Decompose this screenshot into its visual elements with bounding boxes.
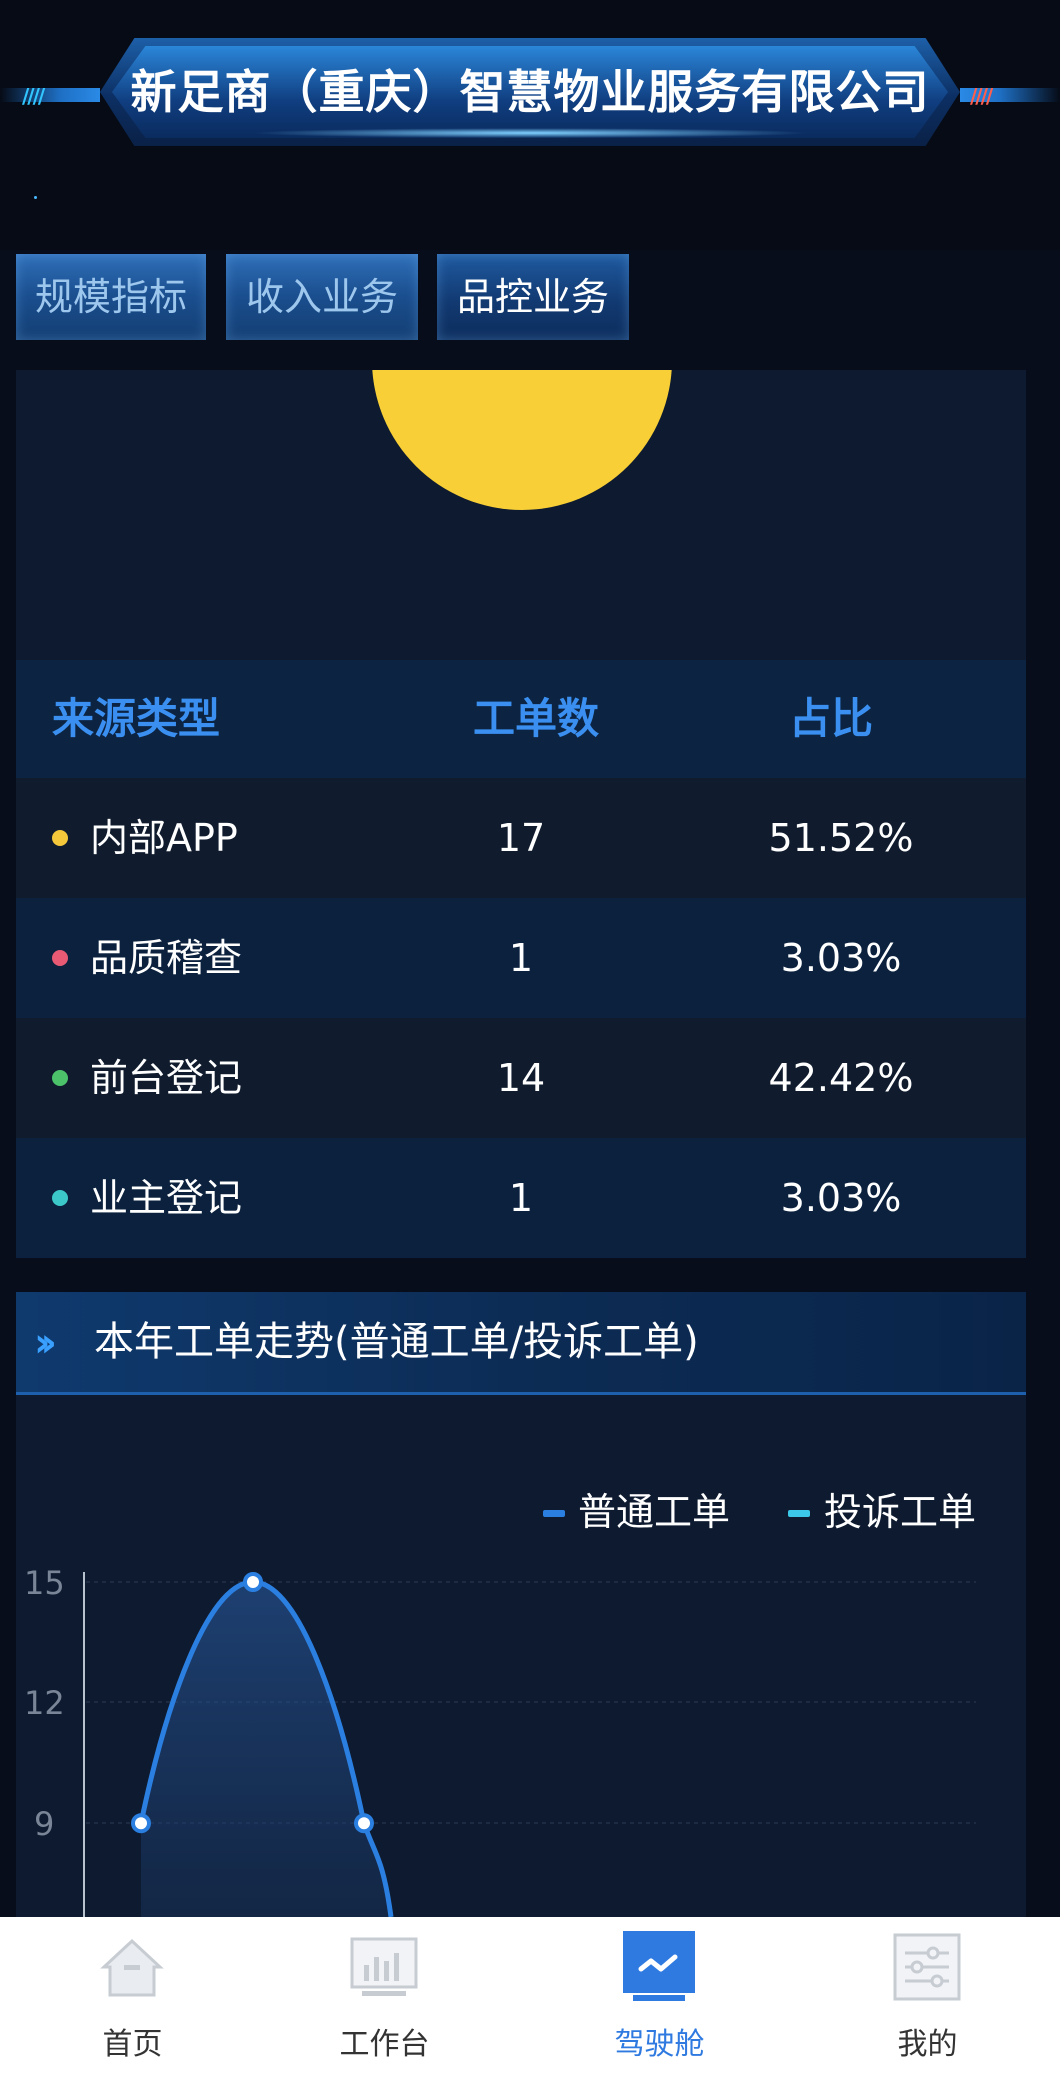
home-icon bbox=[100, 1938, 164, 1997]
column-header-source: 来源类型 bbox=[52, 694, 221, 743]
legend-swatch-complaint bbox=[788, 1510, 810, 1517]
tab-income[interactable]: 收入业务 bbox=[226, 254, 418, 340]
workbench-icon bbox=[350, 1937, 418, 1996]
nav-label-home: 首页 bbox=[102, 2027, 163, 2062]
nav-home[interactable]: 首页 bbox=[0, 1917, 265, 2073]
table-header: 来源类型 工单数 占比 bbox=[16, 660, 1026, 778]
y-tick-label: 15 bbox=[24, 1564, 65, 1602]
order-count: 14 bbox=[496, 1056, 546, 1100]
source-name: 业主登记 bbox=[90, 1176, 243, 1220]
series-area-normal bbox=[141, 1582, 391, 1917]
legend-dot bbox=[52, 950, 68, 966]
trend-title: 本年工单走势(普通工单/投诉工单) bbox=[94, 1319, 699, 1365]
nav-workbench[interactable]: 工作台 bbox=[252, 1917, 517, 2073]
pie-slice-internal-app bbox=[372, 370, 672, 510]
table-row[interactable]: 前台登记 14 42.42% bbox=[16, 1018, 1026, 1138]
app-header: //// //// 新足商（重庆）智慧物业服务有限公司 bbox=[0, 0, 1060, 250]
data-point[interactable] bbox=[354, 1813, 374, 1834]
legend-swatch-normal bbox=[543, 1510, 565, 1517]
legend-dot bbox=[52, 1070, 68, 1086]
trend-card: ›› 本年工单走势(普通工单/投诉工单) 普通工单 投诉工单 15 12 9 bbox=[16, 1292, 1026, 1917]
legend-dot bbox=[52, 1190, 68, 1206]
spark-dot bbox=[34, 196, 37, 199]
data-point[interactable] bbox=[243, 1572, 263, 1592]
column-header-percent: 占比 bbox=[788, 694, 873, 743]
source-name: 品质稽查 bbox=[90, 936, 243, 980]
percent-value: 42.42% bbox=[768, 1056, 914, 1100]
table-row[interactable]: 业主登记 1 3.03% bbox=[16, 1138, 1026, 1258]
nav-label-cockpit: 驾驶舱 bbox=[614, 2027, 705, 2062]
legend-label-normal[interactable]: 普通工单 bbox=[578, 1490, 730, 1534]
source-panel: 来源类型 工单数 占比 内部APP 17 51.52% 品质稽查 1 3.03%… bbox=[16, 370, 1026, 1258]
trend-line-chart: 普通工单 投诉工单 15 12 9 bbox=[24, 1490, 976, 1917]
header-wing-left bbox=[0, 88, 100, 102]
percent-value: 51.52% bbox=[768, 816, 914, 860]
trend-header: ›› 本年工单走势(普通工单/投诉工单) bbox=[16, 1292, 1026, 1395]
source-name: 内部APP bbox=[90, 816, 238, 860]
percent-value: 3.03% bbox=[780, 1176, 902, 1220]
nav-label-mine: 我的 bbox=[897, 2027, 958, 2062]
tab-quality-control[interactable]: 品控业务 bbox=[437, 254, 629, 340]
y-tick-label: 12 bbox=[24, 1684, 65, 1722]
nav-mine[interactable]: 我的 bbox=[795, 1917, 1060, 2073]
source-name: 前台登记 bbox=[90, 1056, 243, 1100]
cockpit-icon bbox=[623, 1931, 695, 2001]
legend-label-complaint[interactable]: 投诉工单 bbox=[824, 1490, 976, 1534]
pie-chart-area bbox=[16, 370, 1026, 660]
order-count: 1 bbox=[508, 936, 534, 980]
legend-dot bbox=[52, 830, 68, 846]
settings-sliders-icon bbox=[893, 1933, 961, 2001]
nav-cockpit[interactable]: 驾驶舱 bbox=[527, 1917, 792, 2073]
company-title: 新足商（重庆）智慧物业服务有限公司 bbox=[130, 65, 930, 119]
header-stripes-right: //// bbox=[970, 84, 993, 108]
data-point[interactable] bbox=[131, 1813, 151, 1834]
header-stripes-left: //// bbox=[22, 84, 45, 108]
table-row[interactable]: 品质稽查 1 3.03% bbox=[16, 898, 1026, 1018]
nav-label-workbench: 工作台 bbox=[339, 2027, 430, 2062]
pie-chart bbox=[372, 370, 672, 510]
column-header-count: 工单数 bbox=[472, 694, 599, 743]
double-chevron-right-icon: ›› bbox=[34, 1320, 57, 1366]
bottom-navigation: 首页 工作台 驾驶舱 我的 bbox=[0, 1917, 1060, 2073]
series-layer bbox=[131, 1572, 394, 1917]
table-row[interactable]: 内部APP 17 51.52% bbox=[16, 778, 1026, 898]
tab-scale[interactable]: 规模指标 bbox=[16, 254, 206, 340]
percent-value: 3.03% bbox=[780, 936, 902, 980]
order-count: 17 bbox=[496, 816, 546, 860]
order-count: 1 bbox=[508, 1176, 534, 1220]
y-tick-label: 9 bbox=[34, 1805, 54, 1843]
